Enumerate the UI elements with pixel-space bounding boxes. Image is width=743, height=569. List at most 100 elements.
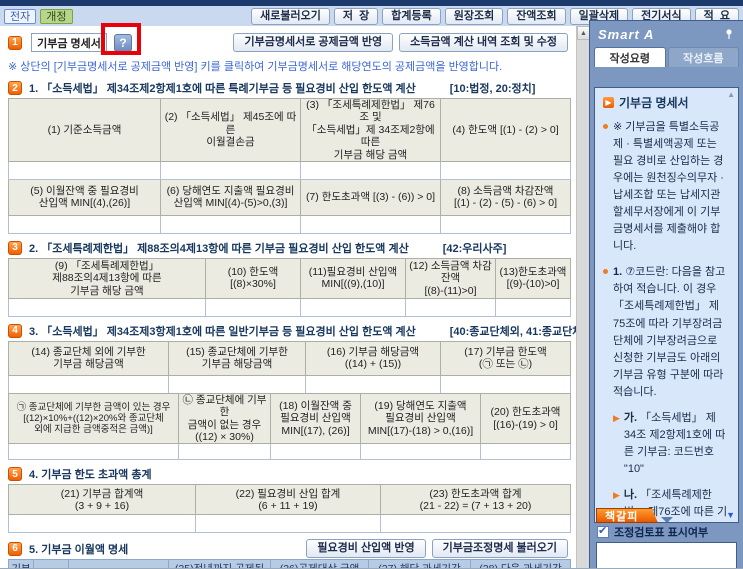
amount-cell[interactable]: [300, 160, 441, 180]
apply-expense-button[interactable]: 필요경비 산입액 반영: [306, 539, 426, 559]
section4-title-row: 5 4. 기부금 한도 초과액 총계: [8, 466, 568, 482]
section5-title-row: 6 5. 기부금 이월액 명세 필요경비 산입액 반영 기부금조정명세 불러오기: [8, 539, 568, 559]
section1-title-row: 2 1. 「소득세법」 제34조제2항제1호에 따른 특례기부금 등 필요경비 …: [8, 80, 568, 96]
table-header-cell: (22) 필요경비 산입 합계 (6 + 11 + 19): [195, 484, 381, 516]
table-header-cell: 코드: [33, 559, 69, 568]
amount-cell[interactable]: [270, 443, 361, 461]
income-calc-view-button[interactable]: 소득금액 계산 내역 조회 및 수정: [399, 33, 568, 52]
pin-icon[interactable]: [723, 28, 735, 40]
tab-writing-guide[interactable]: 작성요령: [594, 47, 666, 67]
balance-lookup-button[interactable]: 잔액조회: [507, 7, 566, 25]
checkbox-checked-icon[interactable]: [597, 524, 609, 538]
form-selector-combobox[interactable]: 기부금 명세서: [31, 33, 107, 52]
amount-cell[interactable]: [495, 297, 571, 317]
bookmark-list-box[interactable]: [596, 542, 737, 568]
amount-cell[interactable]: [440, 214, 571, 234]
content-scroll-down-icon[interactable]: ▼: [726, 510, 735, 520]
amount-cell[interactable]: [440, 374, 571, 394]
help-panel-header: Smart A: [590, 21, 743, 47]
amount-cell[interactable]: [380, 514, 571, 534]
help-content: ▲ ▶ 기부금 명세서 ※ 기부금을 특별소득공제 · 특별세액공제 또는 필요…: [594, 87, 739, 523]
section-badge-4: 4: [8, 323, 22, 338]
amount-cell[interactable]: [300, 297, 406, 317]
amount-cell[interactable]: [480, 443, 571, 461]
tab-writing-flow[interactable]: 작성흐름: [667, 47, 739, 67]
reload-button[interactable]: 새로불러오기: [251, 7, 330, 25]
table-header-cell: (18) 이월잔액 중 필요경비 산입액 MIN[(17), (26)]: [270, 392, 361, 445]
checkbox-label: 조정검토표 표시여부: [614, 527, 709, 539]
table-header-cell: (16) 기부금 해당금액 ((14) + (15)): [305, 340, 441, 376]
adjustment-review-toggle[interactable]: 조정검토표 표시여부: [597, 524, 708, 540]
section2-code-hint: [42:우리사주]: [442, 242, 507, 255]
code-item-label: 가.: [623, 411, 638, 424]
annotation-highlight: [101, 23, 141, 55]
section4-title: 4. 기부금 한도 초과액 총계: [29, 469, 152, 482]
table-header-cell: (8) 소득금액 차감잔액 [(1) - (2) - (5) - (6) > 0…: [440, 178, 571, 216]
table-header-cell: (14) 종교단체 외에 기부한 기부금 해당금액: [8, 340, 169, 376]
amount-cell[interactable]: [8, 214, 161, 234]
table-header-cell: (5) 이월잔액 중 필요경비 산입액 MIN[(4),(26)]: [8, 178, 161, 216]
tag-electronic[interactable]: 전자: [4, 8, 37, 24]
special-donation-table: (1) 기준소득금액 (2) 「소득세법」 제45조에 따른 이월결손금 (3)…: [8, 98, 571, 234]
amount-cell[interactable]: [205, 297, 301, 317]
total-register-button[interactable]: 합계등록: [382, 7, 441, 25]
load-adjustment-button[interactable]: 기부금조정명세 불러오기: [431, 539, 568, 559]
section-badge-3: 3: [8, 240, 22, 255]
amount-cell[interactable]: [8, 160, 161, 180]
donation-statement-window: 전자 개정 새로불러오기 저 장 합계등록 원장조회 잔액조회 일괄삭제 전기서…: [0, 0, 743, 569]
table-header-cell: (23) 한도초과액 합계 (21 - 22) = (7 + 13 + 20): [380, 484, 571, 516]
table-header-cell: (7) 한도초과액 [(3) - (6)) > 0]: [300, 178, 441, 216]
arrow-icon: ▶: [613, 412, 620, 423]
table-header-cell: ㉡ 종교단체에 기부한 금액이 없는 경우 ((12) × 30%): [178, 392, 271, 445]
code-item-label: 나.: [623, 488, 638, 501]
apply-deduction-button[interactable]: 기부금명세서로 공제금액 반영: [233, 33, 394, 52]
amount-cell[interactable]: [300, 214, 441, 234]
ledger-lookup-button[interactable]: 원장조회: [444, 7, 504, 25]
amount-cell[interactable]: [168, 374, 306, 394]
amount-cell[interactable]: [360, 443, 481, 461]
amount-cell[interactable]: [195, 514, 381, 534]
help-panel-title: Smart A: [598, 26, 655, 42]
main-scrollbar[interactable]: ▲: [576, 26, 590, 568]
amount-cell[interactable]: [8, 443, 179, 461]
amount-cell[interactable]: [160, 214, 301, 234]
table-header-cell: (1) 기준소득금액: [8, 98, 161, 162]
amount-cell[interactable]: [160, 160, 301, 180]
tag-revision[interactable]: 개정: [40, 8, 73, 24]
content-scroll-up-icon[interactable]: ▲: [727, 90, 735, 99]
amount-cell[interactable]: [8, 514, 196, 534]
help-note-text: ⑦코드란: 다음을 참고 하여 적습니다. 이 경우 「조세특례제한법」 제75…: [613, 266, 726, 398]
table-header-cell: (21) 기부금 합계액 (3 + 9 + 16): [8, 484, 196, 516]
table-header-cell: (4) 한도액 [(1) - (2) > 0]: [440, 98, 571, 162]
table-header-cell: (3) 「조세특례제한법」 제76조 및 「소득세법」제 34조제2항에 따른 …: [300, 98, 441, 162]
general-donation-table-bottom: ㉠ 종교단체에 기부한 금액이 있는 경우 [(12)×10%+((12)×20…: [8, 392, 571, 461]
bullet-icon: [603, 269, 608, 275]
table-header-cell: (6) 당해연도 지출액 필요경비 산입액 MIN[(4)-(5)>0,(3)]: [160, 178, 301, 216]
amount-cell[interactable]: [8, 297, 206, 317]
amount-cell[interactable]: [405, 297, 496, 317]
table-header-cell: (25)전년까지 공제된 금액: [168, 559, 271, 568]
carryover-detail-table: 기부 연도 코드 (24)기부금액 (25)전년까지 공제된 금액 (26)공제…: [8, 559, 571, 568]
save-button[interactable]: 저 장: [333, 7, 379, 25]
section-badge-6: 6: [8, 541, 22, 556]
table-header-cell: 기부 연도: [8, 559, 34, 568]
general-donation-table-top: (14) 종교단체 외에 기부한 기부금 해당금액 (15) 종교단체에 기부한…: [8, 340, 571, 394]
code-item-text: 「소득세법」 제34조 제2항제1호에 따른 기부금: 코드번호 "10": [623, 411, 726, 475]
bookmark-ribbon: 책갈피: [596, 508, 658, 523]
section5-title: 5. 기부금 이월액 명세: [29, 543, 129, 556]
table-header-cell: (20) 한도초과액 [(16)-(19) > 0]: [480, 392, 571, 445]
amount-cell[interactable]: [305, 374, 441, 394]
amount-cell[interactable]: [178, 443, 271, 461]
amount-cell[interactable]: [8, 374, 169, 394]
table-header-cell: (19) 당해연도 지출액 필요경비 산입액 MIN[(17)-(18) > 0…: [360, 392, 481, 445]
section1-title: 1. 「소득세법」 제34조제2항제1호에 따른 특례기부금 등 필요경비 산입…: [29, 83, 416, 95]
amount-cell[interactable]: [440, 160, 571, 180]
bullet-icon: [603, 124, 608, 129]
instruction-note: ※ 상단의 [기부금명세서로 공제금액 반영] 키를 클릭하여 기부금명세서로 …: [8, 61, 503, 73]
help-note-text: ※ 기부금을 특별소득공제 · 특별세액공제 또는 필요 경비로 산입하는 경우…: [613, 121, 724, 253]
table-header-cell: (15) 종교단체에 기부한 기부금 해당금액: [168, 340, 306, 376]
section-badge-2: 2: [8, 81, 22, 95]
table-header-cell: (10) 한도액 [(8)×30%]: [205, 257, 301, 299]
table-header-cell: (17) 기부금 한도액 (㉠ 또는 ㉡): [440, 340, 571, 376]
table-header-cell: (26)공제대상 금액 ( (24) - (25) ): [270, 559, 369, 568]
